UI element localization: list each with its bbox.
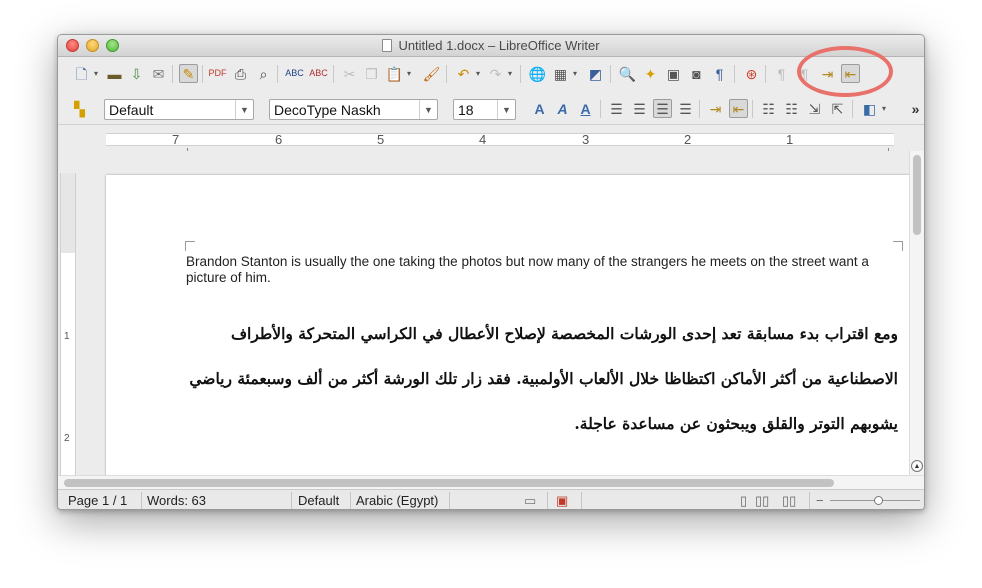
chevron-down-icon[interactable]: ▼ [419, 100, 437, 119]
paste-dropdown-arrow-icon[interactable]: ▾ [405, 64, 413, 83]
single-page-view-icon[interactable]: ▯ [740, 493, 747, 509]
english-paragraph[interactable]: Brandon Stanton is usually the one takin… [186, 254, 896, 286]
table-icon[interactable]: ▦ [551, 64, 570, 83]
redo-dropdown-arrow-icon[interactable]: ▾ [506, 64, 514, 83]
draw-functions-icon[interactable]: ◩ [586, 64, 605, 83]
cut-icon[interactable]: ✂ [340, 64, 359, 83]
numbering-icon[interactable]: ☷ [759, 99, 778, 118]
zoom-out-icon[interactable]: − [816, 493, 824, 508]
document-work-area[interactable]: 1 2 Brandon Stanton is usually the one t… [58, 151, 924, 475]
vertical-scrollbar[interactable]: ▲ ● [909, 151, 924, 475]
formatting-marks-icon[interactable]: ¶ [710, 64, 729, 83]
copy-icon[interactable]: ❐ [362, 64, 381, 83]
print-icon[interactable]: ⎙ [231, 64, 250, 83]
redo-icon[interactable]: ↷ [486, 64, 505, 83]
status-bar: Page 1 / 1 Words: 63 Default Arabic (Egy… [58, 489, 924, 509]
text-direction-rtl-disabled-icon[interactable]: ¶ [795, 64, 814, 83]
book-view-icon[interactable]: ▯▯ [782, 493, 796, 509]
styles-formatting-icon[interactable]: ▚ [70, 99, 89, 118]
document-modified-icon[interactable]: ▣ [556, 493, 568, 509]
page-style[interactable]: Default [298, 493, 339, 508]
chevron-down-icon[interactable]: ▼ [497, 100, 515, 119]
bold-icon[interactable]: A [530, 99, 549, 118]
hyperlink-icon[interactable]: 🌐 [528, 64, 547, 83]
zoom-slider-handle[interactable] [874, 496, 883, 505]
export-pdf-icon[interactable]: PDF [208, 64, 227, 83]
font-color-dropdown-arrow-icon[interactable]: ▾ [880, 99, 888, 118]
chevron-down-icon[interactable]: ▼ [235, 100, 253, 119]
insert-mode-icon[interactable]: ▭ [524, 493, 536, 509]
multi-page-view-icon[interactable]: ▯▯ [755, 493, 769, 509]
undo-icon[interactable]: ↶ [454, 64, 473, 83]
bullets-icon[interactable]: ☷ [782, 99, 801, 118]
horizontal-scrollbar[interactable] [58, 475, 924, 489]
new-dropdown-arrow-icon[interactable]: ▾ [92, 64, 100, 83]
text-direction-ltr-disabled-icon[interactable]: ¶ [772, 64, 791, 83]
find-replace-icon[interactable]: 🔍 [618, 64, 637, 83]
document-icon [382, 39, 393, 52]
new-document-icon[interactable]: 🗋 [72, 64, 91, 83]
document-page[interactable]: Brandon Stanton is usually the one takin… [106, 175, 912, 475]
paragraph-rtl-icon[interactable]: ⇤ [729, 99, 748, 118]
word-count[interactable]: Words: 63 [147, 493, 206, 508]
paste-icon[interactable]: 📋 [385, 64, 404, 83]
auto-spellcheck-icon[interactable]: ABC [309, 64, 328, 83]
align-center-icon[interactable]: ☰ [630, 99, 649, 118]
vertical-scroll-thumb[interactable] [913, 155, 921, 235]
align-right-icon[interactable]: ☰ [653, 99, 672, 118]
edit-mode-icon[interactable]: ✎ [179, 64, 198, 83]
save-icon[interactable]: ⇩ [127, 64, 146, 83]
spelling-icon[interactable]: ABC [285, 64, 304, 83]
left-to-right-icon[interactable]: ⇥ [818, 64, 837, 83]
font-size-combo[interactable]: 18 ▼ [453, 99, 516, 120]
text-language[interactable]: Arabic (Egypt) [356, 493, 438, 508]
decrease-indent-icon[interactable]: ⇱ [828, 99, 847, 118]
data-sources-icon[interactable]: ◙ [687, 64, 706, 83]
gallery-icon[interactable]: ▣ [664, 64, 683, 83]
clone-formatting-icon[interactable]: 🖌 [422, 64, 441, 83]
standard-toolbar: 🗋 ▾ ▬ ⇩ ✉ ✎ PDF ⎙ ⌕ ABC ABC ✂ ❐ 📋 ▾ 🖌 ↶ … [58, 58, 924, 90]
title-bar: Untitled 1.docx – LibreOffice Writer [58, 35, 924, 57]
writer-window: Untitled 1.docx – LibreOffice Writer 🗋 ▾… [57, 34, 925, 510]
paragraph-ltr-icon[interactable]: ⇥ [706, 99, 725, 118]
horizontal-ruler[interactable]: 7 6 5 4 3 2 1 [58, 128, 924, 152]
table-dropdown-arrow-icon[interactable]: ▾ [571, 64, 579, 83]
text-boundary-corner [185, 241, 195, 251]
justify-icon[interactable]: ☰ [676, 99, 695, 118]
window-title: Untitled 1.docx – LibreOffice Writer [58, 38, 924, 53]
vertical-ruler[interactable]: 1 2 [60, 173, 76, 475]
previous-page-icon[interactable]: ▲ [911, 460, 923, 472]
font-color-icon[interactable]: ◧ [860, 99, 879, 118]
right-to-left-icon[interactable]: ⇤ [841, 64, 860, 83]
text-boundary-corner [893, 241, 903, 251]
print-preview-icon[interactable]: ⌕ [254, 64, 273, 83]
open-folder-icon[interactable]: ▬ [105, 64, 124, 83]
arabic-paragraph[interactable]: ومع اقتراب بدء مسابقة تعد إحدى الورشات ا… [186, 311, 898, 446]
horizontal-scroll-thumb[interactable] [64, 479, 834, 487]
underline-icon[interactable]: A [576, 99, 595, 118]
undo-dropdown-arrow-icon[interactable]: ▾ [474, 64, 482, 83]
email-icon[interactable]: ✉ [149, 64, 168, 83]
paragraph-style-combo[interactable]: Default ▼ [104, 99, 254, 120]
font-name-combo[interactable]: DecoType Naskh ▼ [269, 99, 438, 120]
align-left-icon[interactable]: ☰ [607, 99, 626, 118]
italic-icon[interactable]: A [553, 99, 572, 118]
increase-indent-icon[interactable]: ⇲ [805, 99, 824, 118]
toolbar-overflow-icon[interactable]: » [906, 99, 924, 118]
navigator-icon[interactable]: ✦ [641, 64, 660, 83]
page-count[interactable]: Page 1 / 1 [68, 493, 127, 508]
formatting-toolbar: ▚ Default ▼ DecoType Naskh ▼ 18 ▼ A A A … [58, 93, 924, 125]
help-icon[interactable]: ⊛ [742, 64, 761, 83]
